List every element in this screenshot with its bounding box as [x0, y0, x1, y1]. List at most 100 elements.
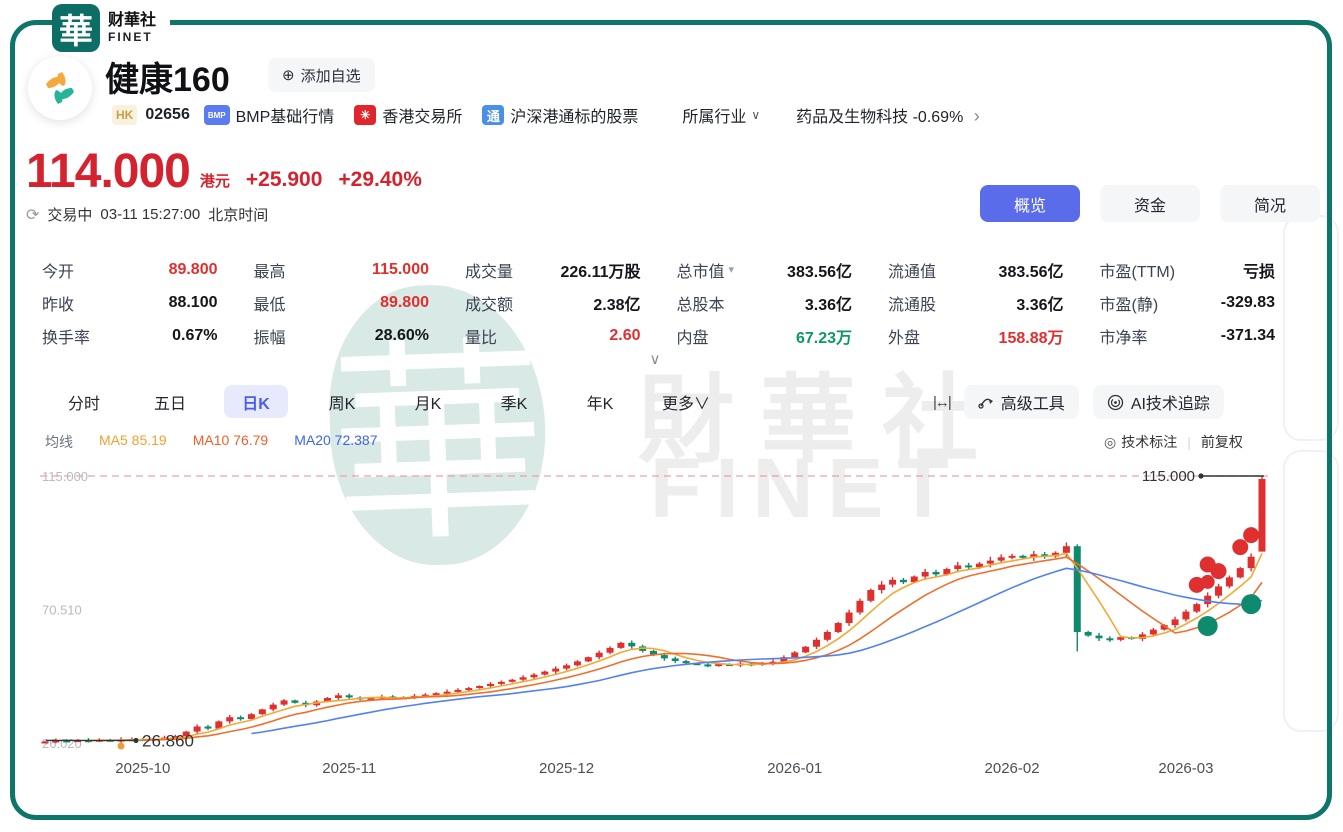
period-tab-日K[interactable]: 日K	[224, 385, 288, 418]
stat-label: 内盘	[677, 324, 709, 348]
price-change-pct: +29.40%	[338, 168, 422, 196]
candle-body	[335, 695, 342, 698]
candle-body	[1150, 630, 1157, 635]
collapse-stats-chevron-icon[interactable]: ∨	[640, 350, 670, 368]
signal-marker	[1201, 575, 1215, 589]
candle-body	[487, 684, 494, 686]
first-close-label: 26.860	[142, 731, 194, 750]
candle-body	[1226, 577, 1233, 586]
stat-value: 2.60	[609, 327, 640, 345]
candle-body	[661, 655, 668, 658]
signal-marker	[1211, 563, 1227, 579]
stat-value: 89.800	[169, 261, 218, 279]
stat-振幅: 振幅28.60%	[254, 324, 430, 347]
period-tab-月K[interactable]: 月K	[396, 385, 460, 418]
candle-body	[998, 557, 1005, 560]
x-axis-label: 2025-12	[539, 760, 594, 777]
stat-label: 换手率	[42, 324, 90, 348]
candle-body	[346, 695, 353, 697]
tab-概览[interactable]: 概览	[980, 185, 1080, 222]
adjust-mode-button[interactable]: 前复权	[1201, 432, 1243, 452]
stat-value: -371.34	[1221, 327, 1275, 345]
period-tab-分时[interactable]: 分时	[52, 385, 116, 418]
industry-label: 所属行业	[682, 103, 746, 127]
brand-logo[interactable]: 華 财華社 FINET	[52, 2, 170, 54]
x-axis-label: 2025-11	[322, 760, 376, 777]
side-card-top	[1283, 215, 1339, 441]
side-card-bottom	[1283, 450, 1339, 732]
kline-chart[interactable]: 115.00070.51026.02026.860115.0002025-102…	[40, 458, 1280, 788]
market-status: ⟳ 交易中 03-11 15:27:00 北京时间	[26, 204, 268, 225]
bmp-label[interactable]: BMP基础行情	[236, 103, 335, 127]
refresh-icon[interactable]: ⟳	[26, 205, 39, 225]
period-tab-季K[interactable]: 季K	[482, 385, 546, 418]
connect-label[interactable]: 沪深港通标的股票	[510, 103, 638, 127]
x-axis-label: 2026-02	[985, 760, 1040, 777]
stat-市盈(静): 市盈(静)-329.83	[1100, 291, 1276, 314]
candle-body	[204, 727, 211, 729]
stats-grid: 今开89.800最高115.000成交量226.11万股总市值▾383.56亿流…	[42, 258, 1275, 347]
page: 華 財華社 FINET 華 财華社 FINET 健康160 ⊕ 添加自选 HK …	[0, 0, 1343, 832]
tech-annotation-toggle[interactable]: ◎ 技术标注	[1104, 432, 1177, 452]
advanced-tools-button[interactable]: 高级工具	[964, 385, 1079, 419]
candle-body	[628, 643, 635, 647]
exchange-label[interactable]: 香港交易所	[382, 103, 462, 127]
stat-value: 67.23万	[796, 324, 852, 348]
stat-label: 昨收	[42, 291, 74, 315]
candle-body	[1063, 546, 1070, 553]
stat-value: 3.36亿	[1016, 291, 1063, 315]
candle-body	[476, 686, 483, 688]
industry-dropdown[interactable]: 所属行业 ∨	[682, 103, 760, 127]
candle-body	[259, 709, 266, 714]
period-tab-年K[interactable]: 年K	[568, 385, 632, 418]
signal-marker	[1241, 594, 1261, 614]
stock-tags: HK 02656 BMP BMP基础行情 ✳ 香港交易所 通 沪深港通标的股票 …	[112, 103, 980, 127]
ma20-line	[252, 568, 1263, 733]
candle-body	[1172, 619, 1179, 625]
candle-body	[791, 652, 798, 657]
industry-value-link[interactable]: 药品及生物科技 -0.69% ›	[796, 103, 980, 127]
stat-value: 115.000	[372, 261, 429, 279]
ma5-value[interactable]: MA5 85.19	[99, 432, 167, 452]
ma10-value[interactable]: MA10 76.79	[193, 432, 269, 452]
stat-总股本: 总股本3.36亿	[677, 291, 853, 314]
period-tab-更多[interactable]: 更多∨	[654, 385, 718, 418]
stat-label: 振幅	[254, 324, 286, 348]
candle-body	[987, 561, 994, 564]
ma20-value[interactable]: MA20 72.387	[294, 432, 377, 452]
period-tab-周K[interactable]: 周K	[310, 385, 374, 418]
candle-body	[530, 675, 537, 678]
last-price: 114.000	[26, 148, 190, 196]
candle-body	[1237, 568, 1244, 577]
stat-value: 226.11万股	[560, 258, 640, 282]
stat-label: 流通值	[888, 258, 936, 282]
stat-label[interactable]: 总市值▾	[677, 258, 735, 282]
brand-name-en: FINET	[108, 30, 156, 44]
tab-资金[interactable]: 资金	[1100, 185, 1200, 222]
eye-icon: ◎	[1104, 434, 1116, 451]
expand-chart-icon[interactable]: |↔|	[933, 394, 950, 411]
add-watchlist-button[interactable]: ⊕ 添加自选	[268, 58, 375, 92]
candle-body	[672, 658, 679, 661]
brand-seal-glyph: 華	[59, 4, 93, 53]
hk-exchange-flag-icon: ✳	[354, 105, 376, 125]
stat-流通值: 流通值383.56亿	[888, 258, 1064, 281]
ai-tracking-button[interactable]: AI技术追踪	[1093, 385, 1224, 419]
stat-外盘: 外盘158.88万	[888, 324, 1064, 347]
signal-marker	[1243, 527, 1259, 543]
currency-label: 港元	[200, 170, 230, 196]
stat-value: 383.56亿	[787, 258, 852, 282]
ma-legend: 均线 MA5 85.19 MA10 76.79 MA20 72.387	[45, 432, 378, 452]
add-watchlist-label: 添加自选	[301, 65, 361, 86]
stat-内盘: 内盘 67.23万	[677, 324, 853, 347]
tab-简况[interactable]: 简况	[1220, 185, 1320, 222]
first-close-dot	[133, 738, 138, 743]
stat-label: 最低	[254, 291, 286, 315]
stat-label: 流通股	[888, 291, 936, 315]
caret-down-icon[interactable]: ▾	[729, 263, 735, 276]
candle-body	[954, 565, 961, 569]
quote-block: 114.000 港元 +25.900 +29.40%	[26, 148, 422, 196]
ai-tracking-label: AI技术追踪	[1131, 390, 1210, 414]
connect-badge: 通	[482, 105, 504, 125]
period-tab-五日[interactable]: 五日	[138, 385, 202, 418]
